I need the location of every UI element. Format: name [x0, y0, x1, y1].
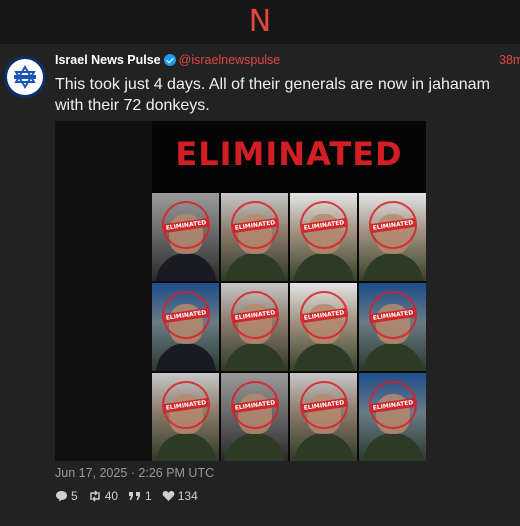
verified-badge-icon [163, 54, 176, 66]
likes-stat[interactable]: 134 [162, 489, 198, 503]
eliminated-stamp: ELIMINATED [296, 377, 351, 433]
author-handle[interactable]: @israelnewspulse [179, 53, 281, 67]
quotes-count: 1 [145, 489, 152, 503]
eliminated-stamp: ELIMINATED [227, 377, 282, 433]
retweets-count: 40 [104, 489, 119, 503]
tweet-header: Israel News Pulse @israelnewspulse 38m [55, 53, 520, 71]
portrait-tile: ELIMINATED [290, 283, 357, 371]
portrait-tile: ELIMINATED [290, 373, 357, 461]
author-name[interactable]: Israel News Pulse [55, 53, 161, 67]
portrait-grid: ELIMINATED ELIMINATED ELIMINATED ELIMINATED… [152, 193, 426, 461]
retweet-icon [89, 490, 100, 502]
eliminated-stamp: ELIMINATED [296, 197, 351, 253]
eliminated-stamp: ELIMINATED [365, 377, 420, 433]
heart-icon [162, 490, 175, 501]
quotes-stat[interactable]: 1 [128, 489, 152, 503]
portrait-tile: ELIMINATED [359, 283, 426, 371]
eliminated-stamp: ELIMINATED [365, 287, 420, 343]
israel-news-pulse-logo-icon [7, 59, 43, 95]
portrait-tile: ELIMINATED [152, 283, 219, 371]
retweets-stat[interactable]: 40 [88, 489, 118, 503]
media-image[interactable]: ELIMINATED ELIMINATED ELIMINATED ELIMINATE… [152, 121, 426, 461]
eliminated-stamp: ELIMINATED [158, 197, 213, 253]
replies-count: 5 [71, 489, 78, 503]
app-logo[interactable]: N [249, 7, 271, 37]
relative-time-link[interactable]: 38m [499, 53, 520, 67]
tweet-text: This took just 4 days. All of their gene… [55, 76, 490, 114]
portrait-tile: ELIMINATED [359, 373, 426, 461]
eliminated-stamp: ELIMINATED [158, 377, 213, 433]
media-image-title: ELIMINATED [175, 135, 403, 173]
eliminated-stamp: ELIMINATED [158, 287, 213, 343]
portrait-tile: ELIMINATED [290, 193, 357, 281]
eliminated-stamp: ELIMINATED [296, 287, 351, 343]
tweet-stats: 5 40 1 134 [55, 488, 198, 504]
likes-count: 134 [177, 489, 198, 503]
portrait-tile: ELIMINATED [221, 283, 288, 371]
portrait-tile: ELIMINATED [359, 193, 426, 281]
tweet-date[interactable]: Jun 17, 2025 · 2:26 PM UTC [55, 466, 214, 480]
replies-stat[interactable]: 5 [55, 489, 78, 503]
portrait-tile: ELIMINATED [152, 373, 219, 461]
eliminated-stamp: ELIMINATED [227, 197, 282, 253]
portrait-tile: ELIMINATED [152, 193, 219, 281]
quote-icon [129, 491, 141, 500]
tweet-media[interactable]: ELIMINATED ELIMINATED ELIMINATED ELIMINATE… [55, 121, 426, 461]
eliminated-stamp: ELIMINATED [365, 197, 420, 253]
comment-icon [56, 491, 67, 502]
eliminated-stamp: ELIMINATED [227, 287, 282, 343]
portrait-tile: ELIMINATED [221, 193, 288, 281]
portrait-tile: ELIMINATED [221, 373, 288, 461]
top-bar: N [0, 0, 520, 44]
avatar[interactable] [4, 56, 46, 98]
